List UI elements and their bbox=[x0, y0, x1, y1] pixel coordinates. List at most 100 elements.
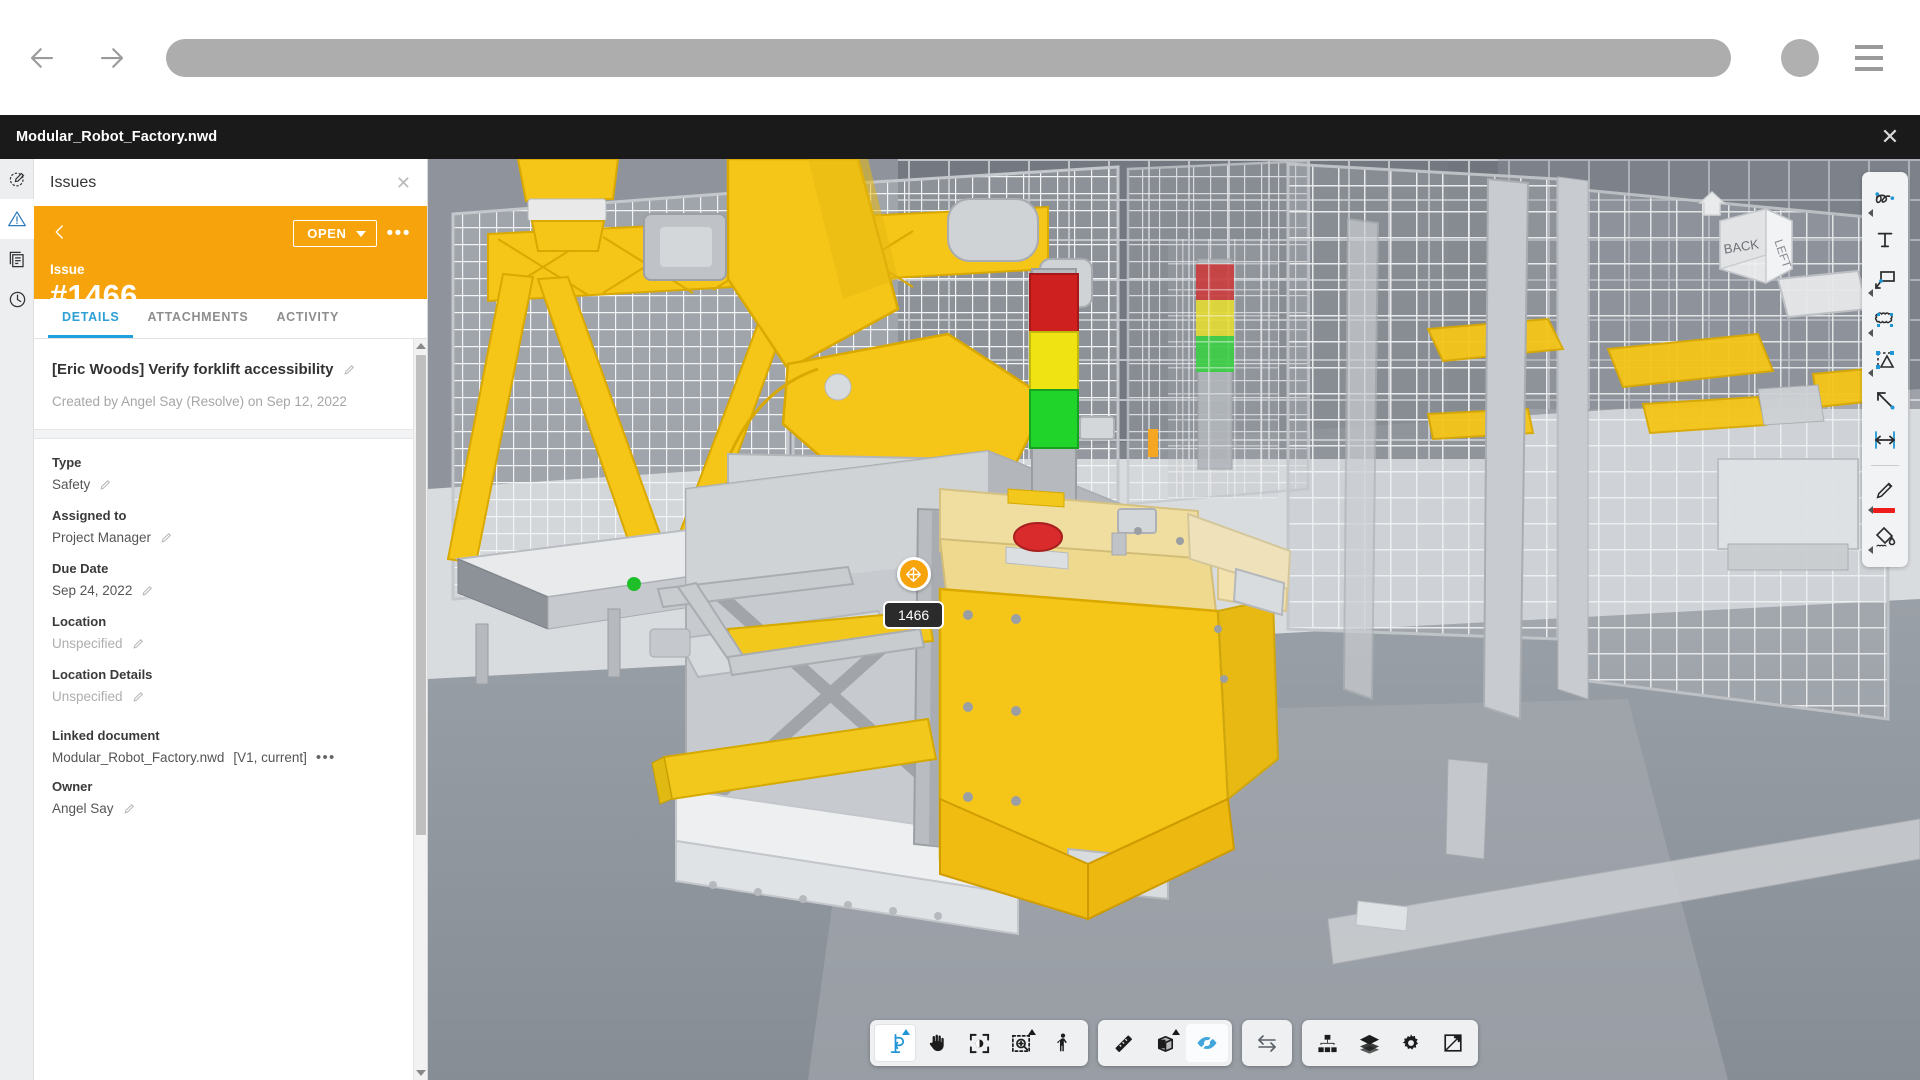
toolbar-divider bbox=[1871, 465, 1899, 466]
page-title: Issues bbox=[50, 173, 97, 191]
linked-document-more-button[interactable]: ••• bbox=[316, 750, 336, 765]
move-crosshair-icon[interactable] bbox=[896, 557, 931, 591]
chevron-menu-icon[interactable] bbox=[1868, 329, 1873, 337]
chevron-left-icon[interactable] bbox=[48, 220, 72, 244]
settings-tool[interactable] bbox=[1390, 1024, 1432, 1062]
pan-tool[interactable] bbox=[916, 1024, 958, 1062]
orbit-tool[interactable] bbox=[874, 1024, 916, 1062]
zoom-window-tool[interactable] bbox=[1000, 1024, 1042, 1062]
chevron-menu-icon[interactable] bbox=[902, 1029, 910, 1035]
edit-pencil-icon[interactable] bbox=[343, 363, 356, 376]
linked-document-version: [V1, current] bbox=[233, 750, 307, 765]
model-tree-tool[interactable] bbox=[1306, 1024, 1348, 1062]
edit-pencil-icon[interactable] bbox=[160, 531, 173, 544]
field-owner: Owner Angel Say bbox=[34, 765, 413, 816]
chevron-menu-icon[interactable] bbox=[1028, 1029, 1036, 1035]
issue-title: [Eric Woods] Verify forklift accessibili… bbox=[52, 361, 334, 378]
sidebar-item-history[interactable] bbox=[0, 279, 34, 319]
fullscreen-tool[interactable] bbox=[1432, 1024, 1474, 1062]
issue-number: #1466 bbox=[50, 278, 138, 313]
address-bar[interactable] bbox=[166, 38, 1731, 77]
model-viewport[interactable]: BACK LEFT 1466 bbox=[428, 159, 1920, 1080]
field-value: Safety bbox=[52, 477, 91, 492]
field-due-date: Due Date Sep 24, 2022 bbox=[34, 545, 413, 598]
browser-back-button[interactable] bbox=[14, 30, 70, 86]
scrollbar-thumb[interactable] bbox=[416, 355, 426, 835]
chevron-menu-icon[interactable] bbox=[1172, 1029, 1180, 1035]
section-tool[interactable] bbox=[1144, 1024, 1186, 1062]
chevron-menu-icon[interactable] bbox=[1868, 369, 1873, 377]
tab-activity[interactable]: ACTIVITY bbox=[262, 299, 353, 338]
app-title-bar: Modular_Robot_Factory.nwd ✕ bbox=[0, 115, 1920, 159]
tab-attachments[interactable]: ATTACHMENTS bbox=[133, 299, 262, 338]
freehand-tool[interactable] bbox=[1862, 180, 1908, 220]
field-label: Linked document bbox=[52, 728, 160, 743]
sidebar-item-markup[interactable] bbox=[0, 159, 34, 199]
issues-panel: Issues ✕ OPEN ••• Issue #1466 DETAILS AT… bbox=[34, 159, 428, 1080]
issue-created-line: Created by Angel Say (Resolve) on Sep 12… bbox=[52, 394, 347, 409]
linked-document-name[interactable]: Modular_Robot_Factory.nwd bbox=[52, 750, 224, 765]
text-tool[interactable] bbox=[1862, 220, 1908, 260]
edit-pencil-icon[interactable] bbox=[132, 690, 145, 703]
compare-tool[interactable] bbox=[1246, 1024, 1288, 1062]
view-cube[interactable]: BACK LEFT bbox=[1664, 173, 1814, 303]
chevron-menu-icon[interactable] bbox=[1868, 546, 1873, 554]
hide-isolate-tool[interactable] bbox=[1186, 1024, 1228, 1062]
edit-pencil-icon[interactable] bbox=[123, 802, 136, 815]
field-linked-document: Linked document Modular_Robot_Factory.nw… bbox=[34, 704, 413, 765]
view-group bbox=[1302, 1020, 1478, 1066]
focus-tool[interactable] bbox=[958, 1024, 1000, 1062]
document-title: Modular_Robot_Factory.nwd bbox=[16, 129, 218, 145]
field-label: Owner bbox=[52, 779, 93, 794]
panel-scroll-content: [Eric Woods] Verify forklift accessibili… bbox=[34, 339, 413, 1080]
avatar[interactable] bbox=[1781, 38, 1819, 77]
status-label: OPEN bbox=[307, 226, 347, 241]
panel-scrollbar[interactable] bbox=[413, 339, 427, 1080]
layers-tool[interactable] bbox=[1348, 1024, 1390, 1062]
chevron-menu-icon[interactable] bbox=[1868, 209, 1873, 217]
cloud-tool[interactable] bbox=[1862, 300, 1908, 340]
issue-pin-marker[interactable]: 1466 bbox=[883, 557, 945, 630]
field-type: Type Safety bbox=[34, 439, 413, 492]
field-value: Unspecified bbox=[52, 689, 123, 704]
issue-status-row: OPEN ••• bbox=[293, 220, 411, 247]
field-label: Location Details bbox=[52, 667, 153, 682]
panel-body: [Eric Woods] Verify forklift accessibili… bbox=[34, 339, 427, 1080]
callout-tool[interactable] bbox=[1862, 260, 1908, 300]
scroll-up-icon[interactable] bbox=[414, 339, 427, 353]
arrow-tool[interactable] bbox=[1862, 380, 1908, 420]
dimension-tool[interactable] bbox=[1862, 420, 1908, 460]
close-icon[interactable]: ✕ bbox=[396, 174, 411, 192]
measure-tool[interactable] bbox=[1102, 1024, 1144, 1062]
field-location: Location Unspecified bbox=[34, 598, 413, 651]
chevron-menu-icon[interactable] bbox=[1868, 289, 1873, 297]
sidebar-item-documents[interactable] bbox=[0, 239, 34, 279]
close-icon[interactable]: ✕ bbox=[1874, 115, 1906, 159]
fill-tool[interactable] bbox=[1862, 517, 1908, 557]
home-icon bbox=[1698, 190, 1726, 216]
shape-tool[interactable] bbox=[1862, 340, 1908, 380]
edit-pencil-icon[interactable] bbox=[132, 637, 145, 650]
pen-color-swatch[interactable] bbox=[1873, 508, 1895, 513]
pen-color-tool[interactable] bbox=[1862, 471, 1908, 517]
status-badge[interactable]: OPEN bbox=[293, 220, 377, 247]
walk-tool[interactable] bbox=[1042, 1024, 1084, 1062]
chevron-menu-icon[interactable] bbox=[1868, 506, 1873, 514]
sidebar-item-issues[interactable] bbox=[0, 199, 34, 239]
issue-header-banner: OPEN ••• Issue #1466 bbox=[34, 206, 427, 313]
field-label: Assigned to bbox=[52, 508, 127, 523]
markup-toolbar bbox=[1862, 172, 1908, 567]
edit-pencil-icon[interactable] bbox=[99, 478, 112, 491]
browser-chrome bbox=[0, 0, 1920, 115]
bottom-toolbar bbox=[870, 1020, 1478, 1066]
field-value: Unspecified bbox=[52, 636, 123, 651]
field-value: Project Manager bbox=[52, 530, 152, 545]
navigation-group bbox=[870, 1020, 1088, 1066]
hamburger-menu-icon[interactable] bbox=[1847, 36, 1891, 80]
field-value: Sep 24, 2022 bbox=[52, 583, 133, 598]
issue-more-button[interactable]: ••• bbox=[387, 224, 411, 243]
edit-pencil-icon[interactable] bbox=[141, 584, 154, 597]
browser-forward-button[interactable] bbox=[84, 30, 140, 86]
field-label: Type bbox=[52, 455, 82, 470]
scroll-down-icon[interactable] bbox=[414, 1066, 427, 1080]
